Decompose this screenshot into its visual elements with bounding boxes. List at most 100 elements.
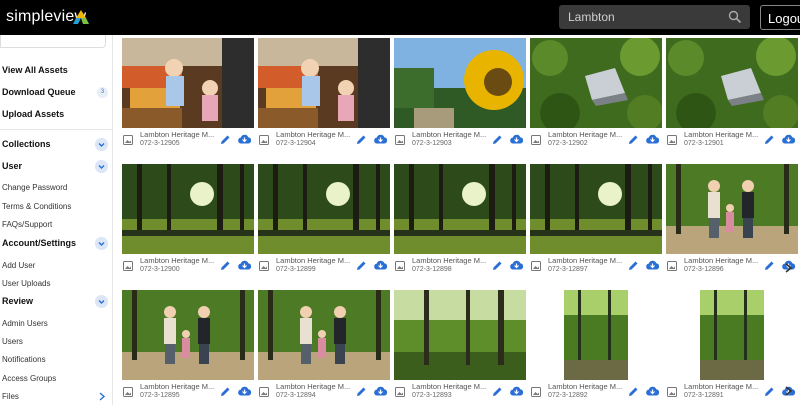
pencil-icon[interactable] xyxy=(764,134,775,145)
cloud-download-icon[interactable] xyxy=(373,259,388,271)
asset-title[interactable]: Lambton Heritage M... xyxy=(684,130,764,139)
cloud-download-icon[interactable] xyxy=(509,133,524,145)
asset-thumbnail[interactable] xyxy=(394,38,526,128)
sidebar-item-files[interactable]: Files xyxy=(2,392,19,401)
cloud-download-icon[interactable] xyxy=(509,259,524,271)
scroll-right-icon[interactable] xyxy=(783,385,795,397)
sidebar-item-notifications[interactable]: Notifications xyxy=(2,355,46,364)
pencil-icon[interactable] xyxy=(764,386,775,397)
logout-button[interactable]: Logout xyxy=(760,5,800,30)
pencil-icon[interactable] xyxy=(628,386,639,397)
asset-title[interactable]: Lambton Heritage M... xyxy=(684,256,764,265)
asset-card[interactable]: Lambton Heritage M... 072-3-12898 xyxy=(394,164,526,279)
asset-card[interactable]: Lambton Heritage M... 072-3-12900 xyxy=(122,164,254,279)
cloud-download-icon[interactable] xyxy=(237,259,252,271)
asset-thumbnail[interactable] xyxy=(122,164,254,254)
asset-title[interactable]: Lambton Heritage M... xyxy=(276,256,356,265)
asset-card[interactable]: Lambton Heritage M... 072-3-12895 xyxy=(122,290,254,405)
cloud-download-icon[interactable] xyxy=(645,385,660,397)
cloud-download-icon[interactable] xyxy=(237,385,252,397)
pencil-icon[interactable] xyxy=(492,134,503,145)
asset-title[interactable]: Lambton Heritage M... xyxy=(412,382,492,391)
asset-card[interactable]: Lambton Heritage M... 072-3-12905 xyxy=(122,38,254,153)
asset-title[interactable]: Lambton Heritage M... xyxy=(548,382,628,391)
pencil-icon[interactable] xyxy=(764,260,775,271)
sidebar-item-add-user[interactable]: Add User xyxy=(2,261,35,270)
asset-thumbnail[interactable] xyxy=(258,164,390,254)
asset-card[interactable]: Lambton Heritage M... 072-3-12904 xyxy=(258,38,390,153)
pencil-icon[interactable] xyxy=(220,386,231,397)
pencil-icon[interactable] xyxy=(220,134,231,145)
sidebar-section-user[interactable]: User xyxy=(2,161,22,171)
asset-thumbnail[interactable] xyxy=(258,290,390,380)
asset-thumbnail[interactable] xyxy=(666,164,798,254)
search-box[interactable] xyxy=(559,5,750,29)
asset-card[interactable]: Lambton Heritage M... 072-3-12894 xyxy=(258,290,390,405)
cloud-download-icon[interactable] xyxy=(509,385,524,397)
asset-thumbnail[interactable] xyxy=(530,290,662,380)
asset-thumbnail[interactable] xyxy=(530,38,662,128)
asset-title[interactable]: Lambton Heritage M... xyxy=(140,382,220,391)
cloud-download-icon[interactable] xyxy=(645,133,660,145)
pencil-icon[interactable] xyxy=(356,386,367,397)
asset-card[interactable]: Lambton Heritage M... 072-3-12897 xyxy=(530,164,662,279)
asset-title[interactable]: Lambton Heritage M... xyxy=(412,130,492,139)
asset-title[interactable]: Lambton Heritage M... xyxy=(412,256,492,265)
chevron-down-icon[interactable] xyxy=(95,138,108,151)
pencil-icon[interactable] xyxy=(356,134,367,145)
pencil-icon[interactable] xyxy=(356,260,367,271)
pencil-icon[interactable] xyxy=(492,260,503,271)
asset-card[interactable]: Lambton Heritage M... 072-3-12903 xyxy=(394,38,526,153)
asset-title[interactable]: Lambton Heritage M... xyxy=(140,256,220,265)
sidebar-item-users[interactable]: Users xyxy=(2,337,23,346)
asset-thumbnail[interactable] xyxy=(666,290,798,380)
cloud-download-icon[interactable] xyxy=(373,133,388,145)
asset-card[interactable]: Lambton Heritage M... 072-3-12899 xyxy=(258,164,390,279)
pencil-icon[interactable] xyxy=(492,386,503,397)
asset-thumbnail[interactable] xyxy=(122,290,254,380)
sidebar-item-view-all-assets[interactable]: View All Assets xyxy=(2,65,68,75)
sidebar-item-upload-assets[interactable]: Upload Assets xyxy=(2,109,64,119)
asset-card[interactable]: Lambton Heritage M... 072-3-12893 xyxy=(394,290,526,405)
sidebar-item-terms[interactable]: Terms & Conditions xyxy=(2,202,71,211)
sidebar-item-admin-users[interactable]: Admin Users xyxy=(2,319,48,328)
cloud-download-icon[interactable] xyxy=(373,385,388,397)
sidebar-item-user-uploads[interactable]: User Uploads xyxy=(2,279,50,288)
asset-card[interactable]: Lambton Heritage M... 072-3-12902 xyxy=(530,38,662,153)
chevron-right-icon[interactable] xyxy=(98,392,106,401)
sidebar-item-faqs[interactable]: FAQs/Support xyxy=(2,220,52,229)
asset-thumbnail[interactable] xyxy=(258,38,390,128)
chevron-down-icon[interactable] xyxy=(95,295,108,308)
asset-thumbnail[interactable] xyxy=(530,164,662,254)
asset-title[interactable]: Lambton Heritage M... xyxy=(548,130,628,139)
asset-thumbnail[interactable] xyxy=(666,38,798,128)
asset-title[interactable]: Lambton Heritage M... xyxy=(276,382,356,391)
asset-card[interactable]: Lambton Heritage M... 072-3-12896 xyxy=(666,164,798,279)
asset-card[interactable]: Lambton Heritage M... 072-3-12891 xyxy=(666,290,798,405)
sidebar-item-download-queue[interactable]: Download Queue xyxy=(2,87,76,97)
asset-title[interactable]: Lambton Heritage M... xyxy=(684,382,764,391)
scroll-right-icon[interactable] xyxy=(783,262,795,274)
pencil-icon[interactable] xyxy=(628,260,639,271)
chevron-down-icon[interactable] xyxy=(95,160,108,173)
sidebar-item-change-password[interactable]: Change Password xyxy=(2,183,67,192)
asset-title[interactable]: Lambton Heritage M... xyxy=(276,130,356,139)
chevron-down-icon[interactable] xyxy=(95,237,108,250)
cloud-download-icon[interactable] xyxy=(237,133,252,145)
asset-title[interactable]: Lambton Heritage M... xyxy=(548,256,628,265)
sidebar-section-review[interactable]: Review xyxy=(2,296,33,306)
asset-title[interactable]: Lambton Heritage M... xyxy=(140,130,220,139)
pencil-icon[interactable] xyxy=(628,134,639,145)
asset-card[interactable]: Lambton Heritage M... 072-3-12901 xyxy=(666,38,798,153)
asset-thumbnail[interactable] xyxy=(394,290,526,380)
asset-thumbnail[interactable] xyxy=(122,38,254,128)
sidebar-section-collections[interactable]: Collections xyxy=(2,139,51,149)
sidebar-section-account-settings[interactable]: Account/Settings xyxy=(2,238,76,248)
asset-thumbnail[interactable] xyxy=(394,164,526,254)
pencil-icon[interactable] xyxy=(220,260,231,271)
search-icon[interactable] xyxy=(728,10,742,24)
search-input[interactable] xyxy=(559,5,728,29)
sidebar-item-access-groups[interactable]: Access Groups xyxy=(2,374,56,383)
cloud-download-icon[interactable] xyxy=(781,133,796,145)
cloud-download-icon[interactable] xyxy=(645,259,660,271)
